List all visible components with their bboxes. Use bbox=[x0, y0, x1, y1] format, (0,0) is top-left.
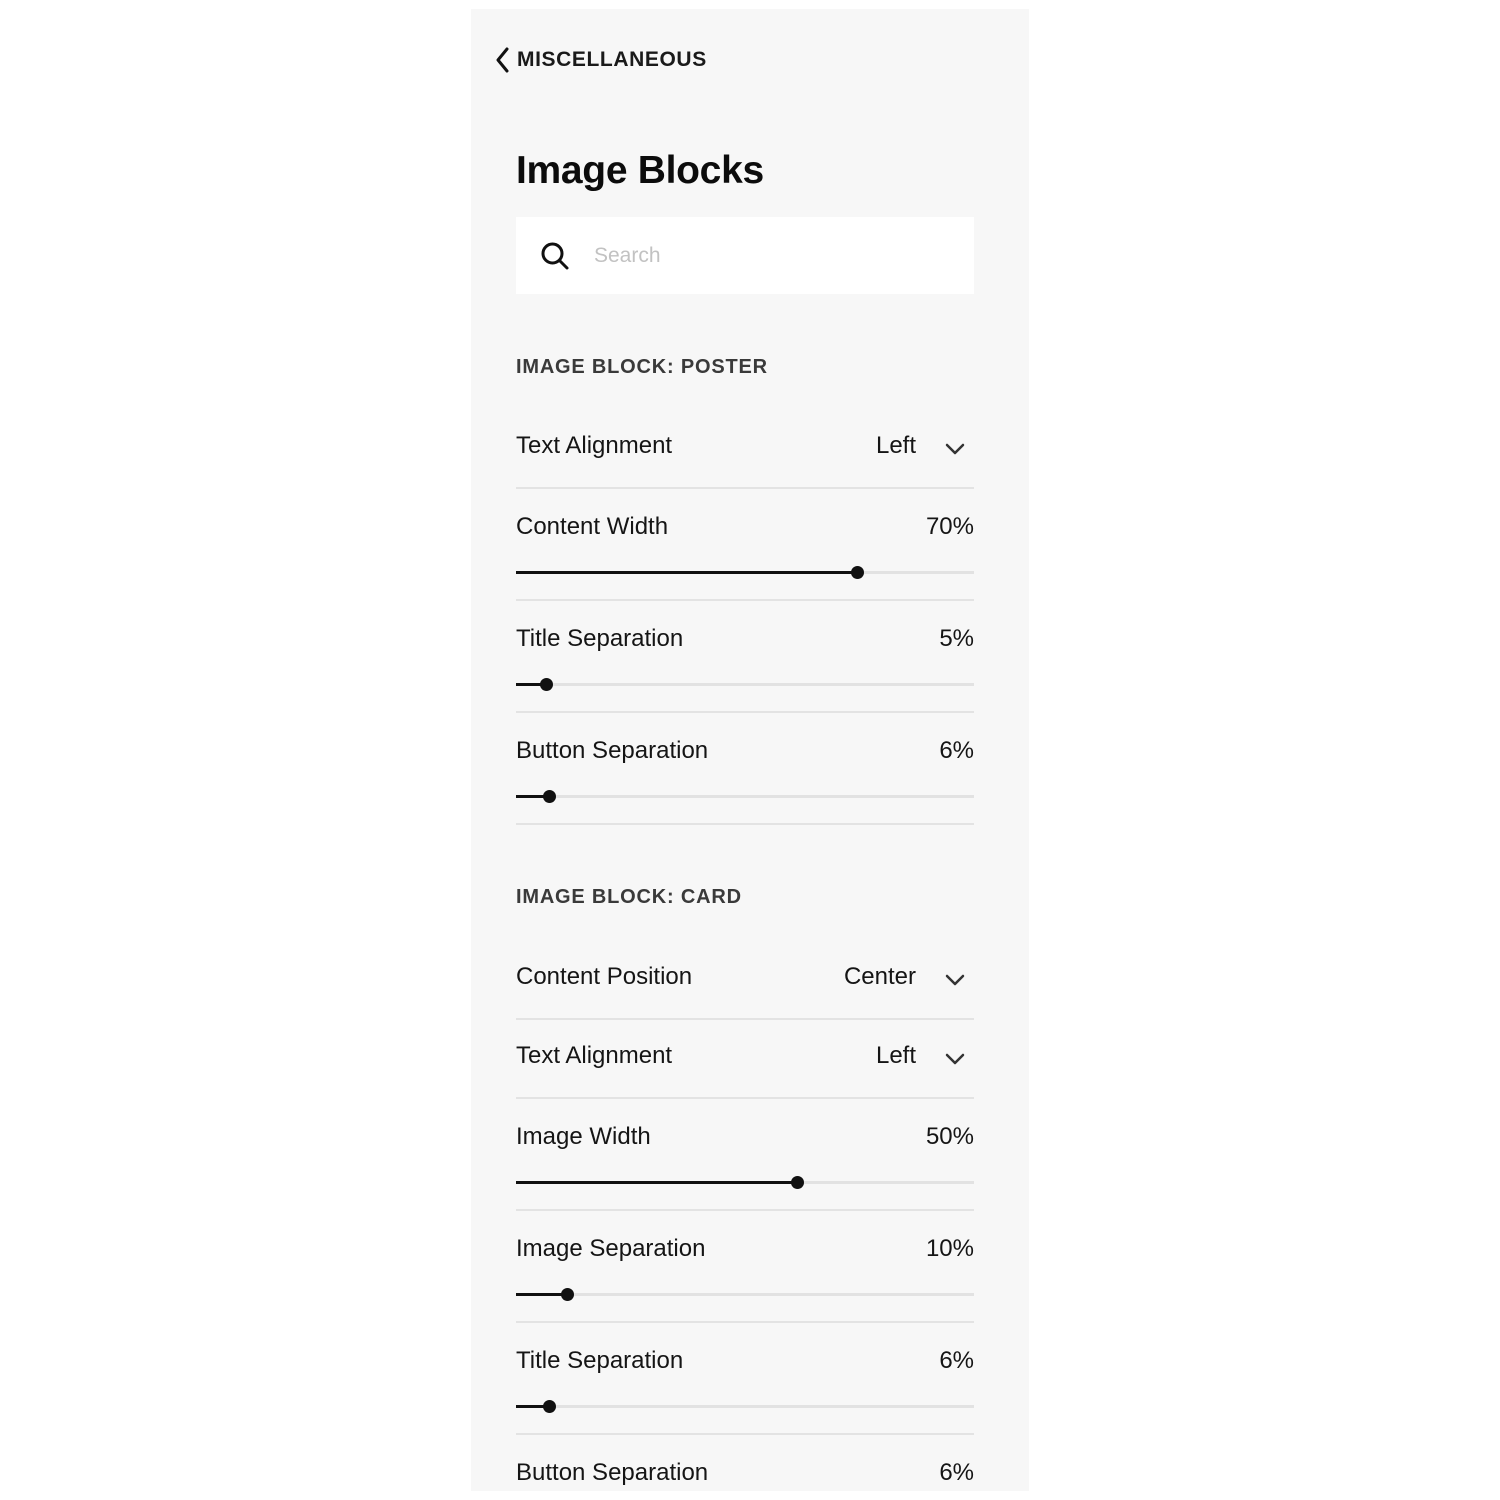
chevron-left-icon bbox=[495, 47, 509, 73]
section-heading-card: IMAGE BLOCK: CARD bbox=[516, 886, 742, 908]
slider-track[interactable] bbox=[516, 566, 974, 579]
slider-row-title-separation-poster: Title Separation 5% bbox=[516, 601, 974, 713]
section-heading-poster: IMAGE BLOCK: POSTER bbox=[516, 356, 768, 378]
slider-fill bbox=[516, 1181, 797, 1184]
slider-value: 50% bbox=[925, 1123, 974, 1150]
control-label: Content Width bbox=[516, 513, 669, 540]
slider-row-button-separation-card: Button Separation 6% bbox=[516, 1435, 974, 1491]
slider-row-image-separation: Image Separation 10% bbox=[516, 1211, 974, 1323]
slider-value: 6% bbox=[939, 1459, 974, 1486]
control-label: Text Alignment bbox=[516, 432, 673, 459]
slider-thumb[interactable] bbox=[560, 1288, 574, 1301]
control-label: Button Separation bbox=[516, 1459, 709, 1486]
back-button-label: MISCELLANEOUS bbox=[517, 48, 707, 71]
control-label: Content Position bbox=[516, 963, 693, 990]
dropdown-text-alignment-card[interactable]: Text Alignment Left bbox=[516, 1020, 974, 1099]
control-label: Image Separation bbox=[516, 1235, 706, 1262]
slider-thumb[interactable] bbox=[790, 1176, 804, 1189]
chevron-down-icon[interactable] bbox=[944, 973, 966, 987]
settings-panel: MISCELLANEOUS Image Blocks IMAGE BLOCK: … bbox=[471, 9, 1029, 1491]
dropdown-value[interactable]: Center bbox=[844, 963, 916, 991]
slider-track[interactable] bbox=[516, 678, 974, 691]
control-label: Image Width bbox=[516, 1123, 651, 1150]
slider-thumb[interactable] bbox=[851, 566, 865, 579]
slider-thumb[interactable] bbox=[542, 790, 556, 803]
slider-value: 5% bbox=[939, 625, 974, 652]
slider-thumb[interactable] bbox=[539, 678, 553, 691]
dropdown-text-alignment-poster[interactable]: Text Alignment Left bbox=[516, 413, 974, 489]
slider-value: 6% bbox=[939, 1347, 974, 1374]
slider-value: 10% bbox=[925, 1235, 974, 1262]
search-input[interactable] bbox=[592, 242, 936, 269]
chevron-down-icon[interactable] bbox=[944, 442, 966, 456]
control-label: Title Separation bbox=[516, 625, 684, 652]
control-label: Text Alignment bbox=[516, 1042, 673, 1069]
control-label: Button Separation bbox=[516, 737, 709, 764]
dropdown-value[interactable]: Left bbox=[876, 1042, 916, 1070]
dropdown-value[interactable]: Left bbox=[876, 432, 916, 460]
control-label: Title Separation bbox=[516, 1347, 684, 1374]
back-button[interactable]: MISCELLANEOUS bbox=[495, 45, 707, 75]
slider-value: 70% bbox=[925, 513, 974, 540]
dropdown-content-position[interactable]: Content Position Center bbox=[516, 943, 974, 1020]
slider-row-content-width: Content Width 70% bbox=[516, 489, 974, 601]
slider-thumb[interactable] bbox=[542, 1400, 556, 1413]
slider-value: 6% bbox=[939, 737, 974, 764]
slider-row-button-separation-poster: Button Separation 6% bbox=[516, 713, 974, 825]
slider-track[interactable] bbox=[516, 790, 974, 803]
search-icon bbox=[540, 241, 570, 271]
slider-row-title-separation-card: Title Separation 6% bbox=[516, 1323, 974, 1435]
slider-track[interactable] bbox=[516, 1288, 974, 1301]
page-title: Image Blocks bbox=[516, 149, 764, 192]
slider-track[interactable] bbox=[516, 1176, 974, 1189]
slider-track[interactable] bbox=[516, 1400, 974, 1413]
search-box[interactable] bbox=[516, 217, 974, 294]
slider-fill bbox=[516, 1293, 567, 1296]
slider-fill bbox=[516, 571, 858, 574]
slider-row-image-width: Image Width 50% bbox=[516, 1099, 974, 1211]
chevron-down-icon[interactable] bbox=[944, 1052, 966, 1066]
